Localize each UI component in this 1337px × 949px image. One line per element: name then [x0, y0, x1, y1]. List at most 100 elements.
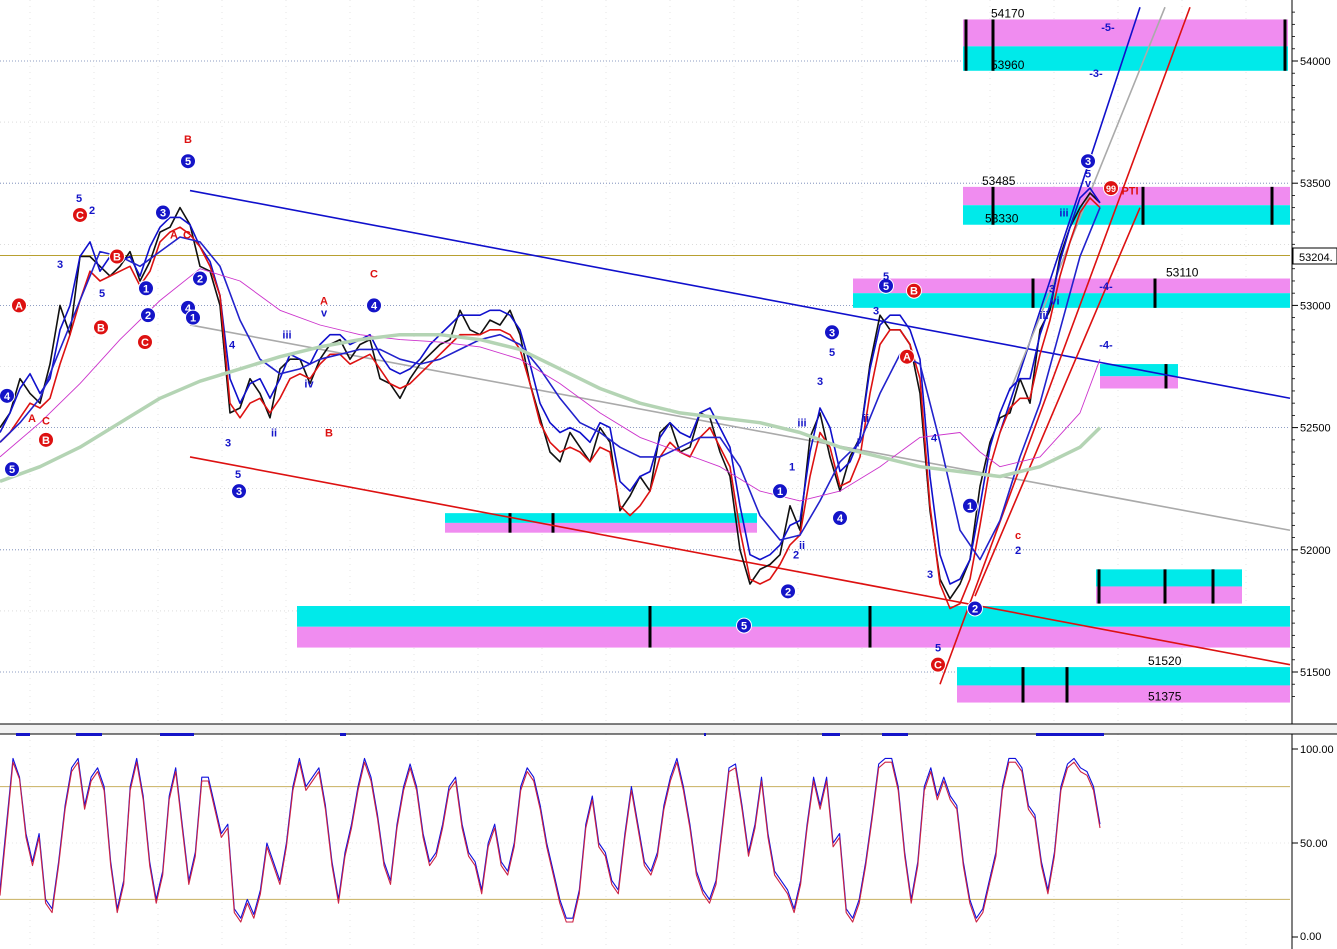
price-tick-label: 51500	[1300, 667, 1331, 679]
zone-marker-bar	[1164, 364, 1168, 389]
wave-label-text: 4	[4, 391, 11, 403]
wave-label-text: -4-	[1099, 340, 1113, 352]
wave-label-text: C	[42, 415, 50, 427]
zone-marker-bar	[508, 513, 512, 533]
wave-label-text: v	[321, 308, 328, 320]
wave-label-text: 4	[371, 300, 378, 312]
zone-lower-band	[957, 685, 1290, 703]
wave-label-text: 3	[873, 305, 879, 317]
wave-label-text: 1	[190, 313, 196, 325]
wave-label-text: C	[934, 660, 942, 672]
wave-label-text: 4	[229, 340, 236, 352]
wave-label-text: ii	[799, 540, 805, 552]
price-tick-label: 52000	[1300, 545, 1331, 557]
wave-label-text: 3	[1049, 283, 1055, 295]
zone-marker-bar	[1141, 186, 1145, 225]
zone-price-label: 54170	[991, 6, 1025, 20]
wave-label-text: iii	[797, 418, 806, 430]
separator-marker	[704, 733, 706, 736]
wave-label-text: iii	[1059, 208, 1068, 220]
zone-price-label: 53960	[991, 58, 1025, 72]
zone-lower-band	[445, 522, 757, 533]
zone-marker-bar	[1021, 667, 1025, 703]
wave-label-text: iv	[304, 379, 314, 391]
wave-label-text: B	[42, 435, 50, 447]
chart-canvas: 53CBABC1224145B3435 BA142512C3995235A CBA C…	[0, 0, 1337, 949]
wave-label-text: B	[97, 322, 105, 334]
wave-label-text: 3	[829, 327, 835, 339]
zone-price-label: 51375	[1148, 690, 1182, 704]
wave-label-text: 3	[57, 259, 63, 271]
panel-separator	[0, 723, 1337, 735]
wave-label-text: ii	[863, 413, 869, 425]
zone-marker-bar	[1031, 278, 1035, 308]
zone-price-label: 53330	[985, 212, 1019, 226]
zone-marker-bar	[551, 513, 555, 533]
wave-label-text: B	[325, 427, 333, 439]
wave-label-text: 5	[99, 288, 105, 300]
wave-label-text: -5-	[1101, 22, 1115, 34]
price-tick-label: 53500	[1300, 178, 1331, 190]
wave-label-text: vi	[1050, 296, 1059, 308]
wave-label-text: 5	[883, 271, 889, 283]
current-price-label: 53204.	[1299, 252, 1333, 264]
wave-label-text: 5	[741, 621, 747, 633]
zone-lower-band	[1096, 586, 1242, 604]
wave-label-text: 99	[1106, 184, 1116, 194]
zone-price-label: 51520	[1148, 654, 1182, 668]
wave-label-text: 3	[225, 437, 231, 449]
zone-price-label: 53485	[982, 174, 1016, 188]
zone-marker-bar	[964, 19, 968, 71]
price-tick-label: 54000	[1300, 56, 1331, 68]
zone-marker-bar	[648, 606, 652, 648]
oscillator-tick-label: 100.00	[1300, 744, 1334, 756]
wave-label-text: A	[320, 296, 328, 308]
wave-label-text: 2	[1015, 545, 1021, 557]
zone-upper-band	[963, 19, 1288, 47]
wave-label-text: 2	[972, 603, 978, 615]
oscillator-tick-label: 0.00	[1300, 931, 1321, 943]
zone-marker-bar	[1211, 569, 1215, 604]
separator-marker	[76, 733, 102, 736]
wave-label-text: 2	[145, 310, 151, 322]
wave-label-text: 3	[1085, 156, 1091, 168]
wave-label-text: A	[15, 300, 23, 312]
wave-label-text: B	[910, 286, 918, 298]
separator-marker	[882, 733, 908, 736]
zone-marker-bar	[1270, 186, 1274, 225]
wave-label-text: A	[903, 352, 911, 364]
wave-label-text: 1	[789, 462, 795, 474]
wave-label-text: i	[856, 437, 859, 449]
wave-label-text: B	[113, 252, 121, 264]
wave-label-text: C	[141, 337, 149, 349]
wave-label-text: PTI	[1121, 186, 1138, 198]
wave-label-text: iii	[1039, 310, 1048, 322]
wave-label-text: iii	[282, 330, 291, 342]
wave-label-text: 5	[76, 193, 82, 205]
zone-upper-band	[1096, 569, 1242, 587]
wave-label-text: v	[1085, 178, 1092, 190]
wave-label-text: 3	[160, 208, 166, 220]
wave-label-text: 5	[9, 464, 15, 476]
wave-label-text: ii	[271, 427, 277, 439]
oscillator-tick-label: 50.00	[1300, 838, 1328, 850]
zone-marker-bar	[1163, 569, 1167, 604]
wave-label-text: 2	[785, 586, 791, 598]
wave-label-text: c	[1015, 530, 1021, 542]
wave-label-text: -4-	[1099, 281, 1113, 293]
wave-label-text: -3-	[1089, 68, 1103, 80]
wave-label-text: 5	[829, 347, 835, 359]
separator-marker	[16, 733, 30, 736]
wave-label-text: C	[76, 210, 84, 222]
wave-label-text: 1	[777, 486, 783, 498]
wave-label-text: 3	[927, 569, 933, 581]
wave-label-text: 2	[197, 274, 203, 286]
wave-label-text: 3	[817, 376, 823, 388]
separator-marker	[1036, 733, 1104, 736]
wave-label-text: A	[28, 413, 36, 425]
zone-marker-bar	[868, 606, 872, 648]
zone-marker-bar	[1153, 278, 1157, 308]
wave-label-text: 3	[236, 486, 242, 498]
wave-label-text: A	[170, 230, 178, 242]
zone-marker-bar	[1065, 667, 1069, 703]
